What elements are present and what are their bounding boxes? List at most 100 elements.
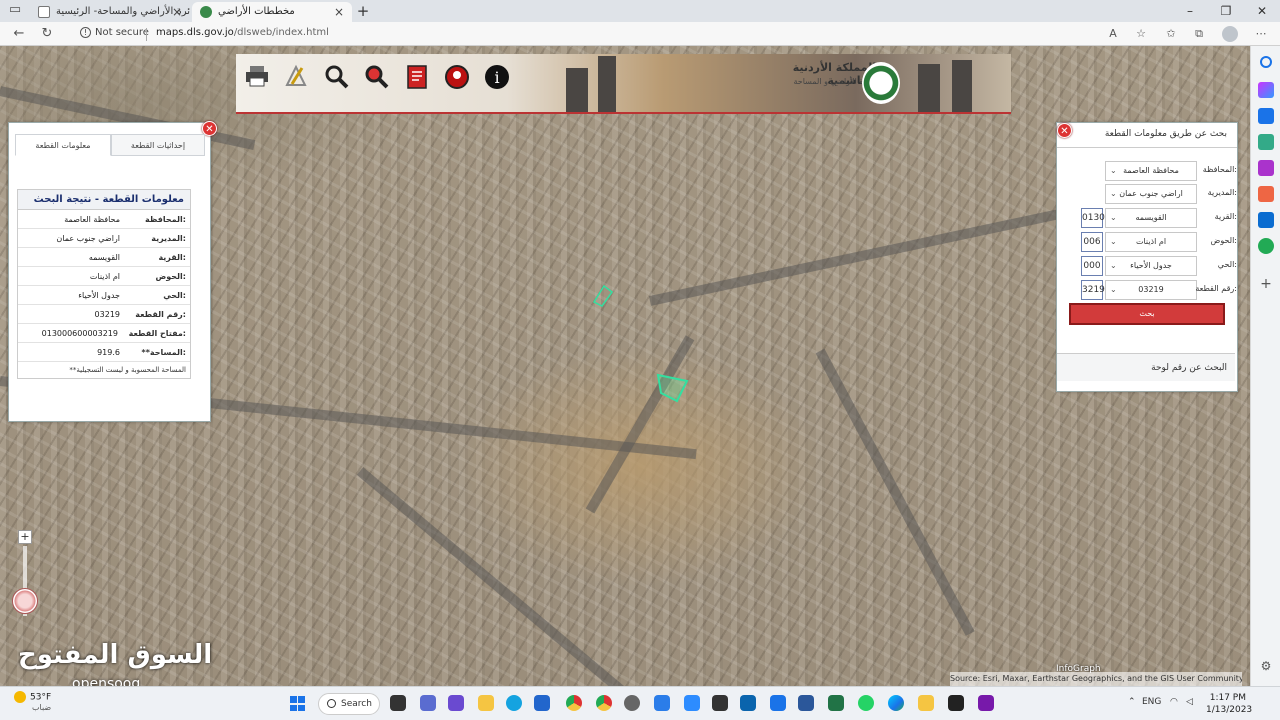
chevron-down-icon: ⌄	[1110, 166, 1117, 175]
language-indicator[interactable]: ENG	[1142, 697, 1161, 707]
whatsapp-icon[interactable]	[858, 695, 874, 711]
edge-icon[interactable]	[888, 695, 904, 711]
collections-icon[interactable]: ⧉	[1190, 25, 1208, 43]
search-icon	[327, 699, 336, 708]
close-icon[interactable]: ✕	[1057, 123, 1072, 138]
task-view-icon[interactable]	[390, 695, 406, 711]
explorer-icon[interactable]	[478, 695, 494, 711]
zoom-in-button[interactable]: +	[18, 530, 32, 544]
table-row: **المساحة: 919.6	[18, 343, 190, 362]
outlook-icon[interactable]	[1258, 212, 1274, 228]
office-icon[interactable]	[1258, 186, 1274, 202]
search-by-plate-link[interactable]: البحث عن رقم لوحة	[1057, 353, 1235, 381]
report-icon[interactable]	[402, 64, 432, 94]
games-icon[interactable]	[1258, 160, 1274, 176]
village-select[interactable]: ⌄ القويسمه	[1105, 208, 1197, 228]
minimize-button[interactable]: –	[1172, 0, 1208, 22]
mail-icon[interactable]	[770, 695, 786, 711]
measure-icon[interactable]	[282, 64, 312, 94]
skype-icon[interactable]	[506, 695, 522, 711]
governorate-select[interactable]: ⌄ محافظة العاصمة	[1105, 161, 1197, 181]
word-icon[interactable]	[798, 695, 814, 711]
map-road	[585, 335, 695, 514]
new-tab-button[interactable]: +	[354, 2, 372, 20]
system-clock[interactable]: 1:17 PM 1/13/2023	[1206, 692, 1252, 716]
shopping-icon[interactable]	[1258, 108, 1274, 124]
skyline-graphic	[566, 68, 588, 112]
maximize-button[interactable]: ❐	[1208, 0, 1244, 22]
panel-tabs: إحداثيات القطعة معلومات القطعة	[15, 134, 205, 156]
location-pin-icon[interactable]	[442, 64, 472, 94]
read-aloud-icon[interactable]: A	[1104, 25, 1122, 43]
back-icon[interactable]: ←	[10, 25, 28, 43]
excel-icon[interactable]	[828, 695, 844, 711]
directorate-select[interactable]: ⌄ اراضي جنوب عمان	[1105, 184, 1197, 204]
close-icon[interactable]: ×	[334, 2, 344, 22]
result-table: معلومات القطعة - نتيجة البحث المحافظة: مح…	[17, 189, 191, 379]
zoom-search-icon[interactable]	[322, 64, 352, 94]
close-icon[interactable]: ×	[172, 2, 182, 22]
warning-icon: !	[80, 27, 91, 38]
basin-select[interactable]: ⌄ ام اذينات	[1105, 232, 1197, 252]
dls-emblem-logo	[862, 62, 900, 104]
tab-actions-icon[interactable]: ▭	[6, 1, 24, 19]
table-row: المديرية: اراضي جنوب عمان	[18, 229, 190, 248]
zoom-app-icon[interactable]	[684, 695, 700, 711]
tab-parcel-coordinates[interactable]: إحداثيات القطعة	[111, 134, 205, 156]
tray-expand-icon[interactable]: ⌃	[1128, 697, 1136, 707]
parcel-number-select[interactable]: ⌄ 03219	[1105, 280, 1197, 300]
profile-avatar[interactable]	[1222, 26, 1238, 42]
store-icon[interactable]	[534, 695, 550, 711]
url-field[interactable]: maps.dls.gov.jo/dlsweb/index.html	[156, 27, 329, 38]
neighborhood-code-input[interactable]: 000	[1081, 256, 1103, 276]
tools-icon[interactable]	[1258, 134, 1274, 150]
favorite-star-icon[interactable]: ☆	[1132, 25, 1150, 43]
security-indicator[interactable]: ! Not secure	[80, 27, 149, 38]
zoom-control: +	[12, 530, 38, 618]
parcel-info-panel: ✕ إحداثيات القطعة معلومات القطعة معلومات…	[8, 121, 217, 422]
map-road	[356, 467, 655, 686]
print-icon[interactable]	[242, 64, 272, 94]
wifi-icon[interactable]: ◠	[1170, 697, 1178, 707]
parcel-highlight[interactable]	[655, 371, 691, 405]
zoom-slider-handle[interactable]	[12, 588, 38, 614]
taskbar-search[interactable]: Search	[318, 693, 380, 715]
widgets-icon[interactable]	[420, 695, 436, 711]
tab-parcel-info[interactable]: معلومات القطعة	[15, 134, 111, 156]
settings-gear-icon[interactable]	[624, 695, 640, 711]
close-window-button[interactable]: ✕	[1244, 0, 1280, 22]
app-icon[interactable]	[740, 695, 756, 711]
copilot-icon[interactable]	[1258, 82, 1274, 98]
windows-start-icon[interactable]	[290, 696, 305, 711]
onenote-icon[interactable]	[978, 695, 994, 711]
tab-land-plans[interactable]: مخططات الأراضي ×	[192, 2, 352, 22]
basin-code-input[interactable]: 006	[1081, 232, 1103, 252]
tree-icon[interactable]	[1258, 238, 1274, 254]
add-icon[interactable]: +	[1258, 276, 1274, 292]
tab-dls-home[interactable]: دائرة الأراضي والمساحة- الرئيسية- ×	[30, 2, 190, 22]
terminal-icon[interactable]	[948, 695, 964, 711]
parcel-search-icon[interactable]	[362, 64, 392, 94]
village-code-input[interactable]: 0130	[1081, 208, 1105, 228]
divider	[146, 28, 147, 41]
weather-widget[interactable]: 53°F ضباب	[14, 691, 51, 712]
page-icon	[38, 6, 50, 18]
chrome-icon[interactable]	[566, 695, 582, 711]
favorites-icon[interactable]: ✩	[1162, 25, 1180, 43]
paint-icon[interactable]	[918, 695, 934, 711]
more-icon[interactable]: ⋯	[1252, 25, 1270, 43]
info-icon[interactable]: i	[482, 64, 512, 94]
parcel-code-input[interactable]: 3219	[1081, 280, 1105, 300]
header-banner: i المملكة الأردنية الهاشمية دائرة الأراض…	[236, 54, 1011, 114]
reload-icon[interactable]: ↻	[38, 25, 56, 43]
settings-icon[interactable]: ⚙	[1258, 658, 1274, 674]
search-button[interactable]: بحث	[1069, 303, 1225, 325]
photos-icon[interactable]	[654, 695, 670, 711]
search-icon[interactable]	[1260, 56, 1272, 68]
volume-icon[interactable]: ◁	[1186, 697, 1193, 707]
media-icon[interactable]	[712, 695, 728, 711]
chrome-profile-icon[interactable]	[596, 695, 612, 711]
table-row: الحوض: ام اذينات	[18, 267, 190, 286]
teams-icon[interactable]	[448, 695, 464, 711]
neighborhood-select[interactable]: ⌄ جدول الأحياء	[1105, 256, 1197, 276]
